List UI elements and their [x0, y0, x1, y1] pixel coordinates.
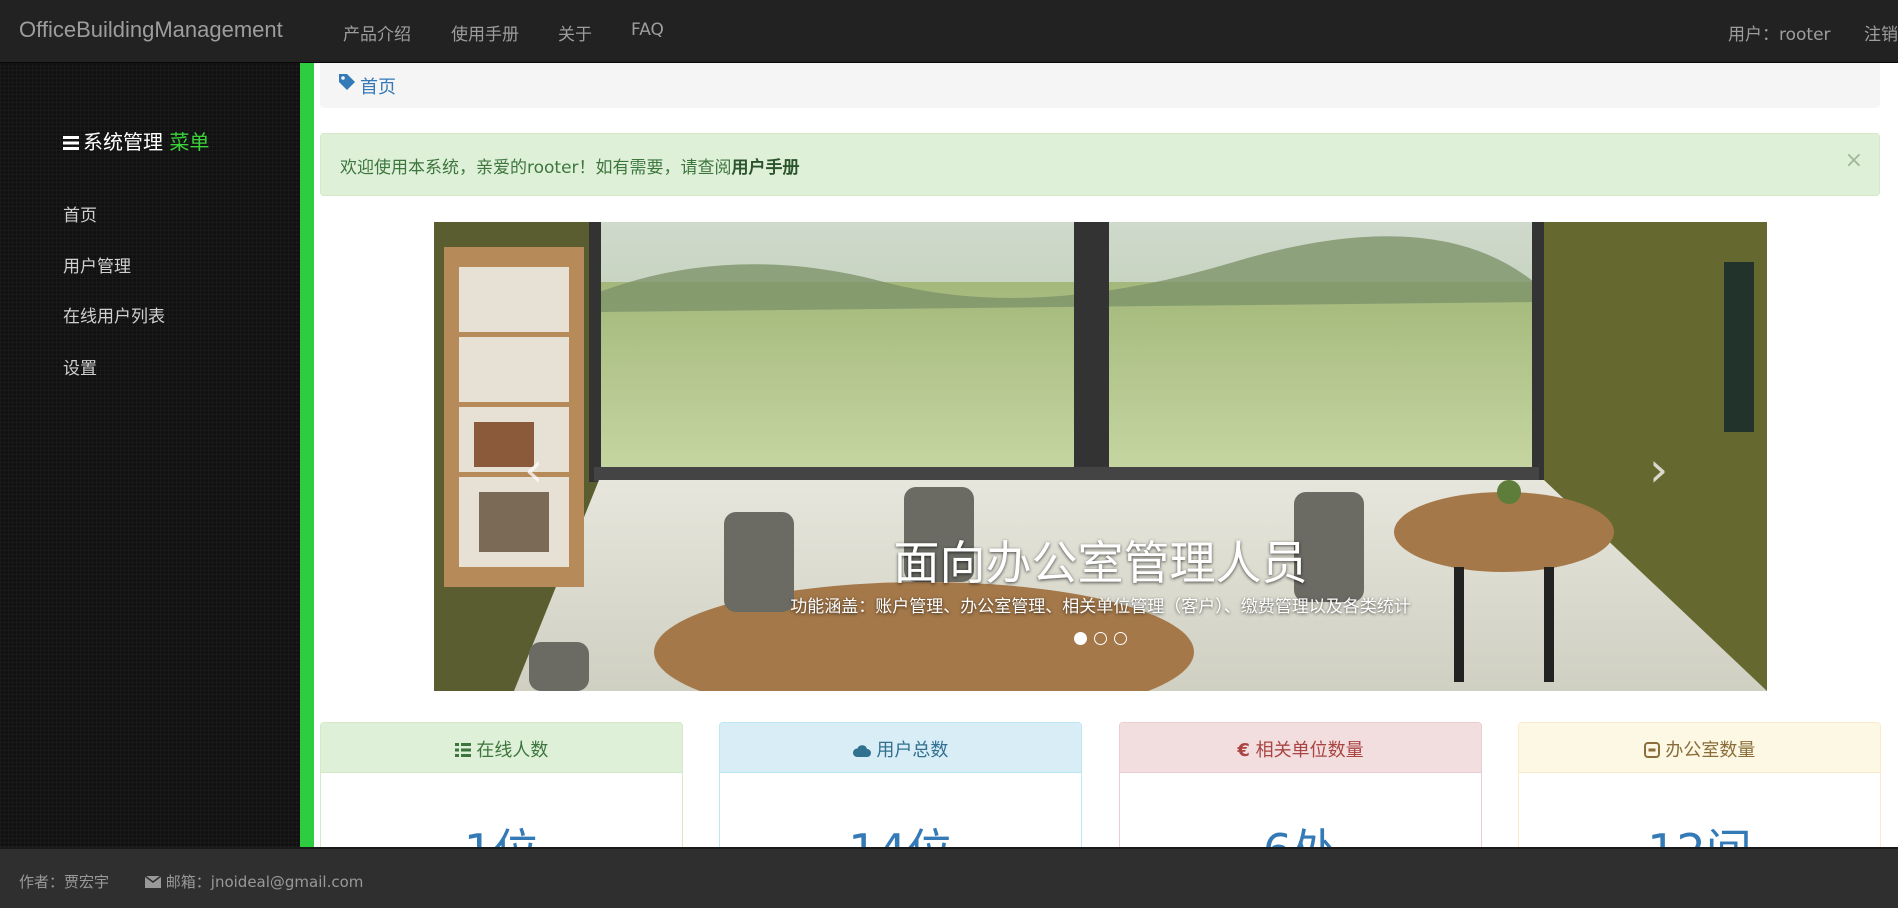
- stat-panel-offices: 办公室数量 12间: [1518, 722, 1881, 852]
- footer-email-text: 邮箱：jnoideal@gmail.com: [165, 873, 364, 891]
- sidebar-item-home[interactable]: 首页: [63, 201, 97, 226]
- breadcrumb-home[interactable]: 首页: [360, 73, 396, 99]
- cloud-icon: [852, 742, 871, 763]
- carousel-next-arrow[interactable]: ›: [1649, 442, 1668, 498]
- sidebar-title-highlight: 菜单: [169, 130, 210, 154]
- alert-message: 欢迎使用本系统，亲爱的rooter！如有需要，请查阅用户手册: [340, 153, 800, 178]
- carousel-subtitle: 功能涵盖：账户管理、办公室管理、相关单位管理（客户）、缴费管理以及各类统计: [790, 597, 1411, 617]
- stat-panel-users: 用户总数 14位: [719, 722, 1082, 852]
- list-icon: [454, 742, 471, 763]
- stat-label: 相关单位数量: [1255, 740, 1364, 761]
- menu-icon: [63, 132, 79, 156]
- carousel-indicator-3[interactable]: [1114, 632, 1127, 645]
- welcome-alert: 欢迎使用本系统，亲爱的rooter！如有需要，请查阅用户手册 ×: [320, 133, 1880, 196]
- stat-panel-units: € 相关单位数量 6处: [1119, 722, 1482, 852]
- stat-panel-units-header: € 相关单位数量: [1120, 723, 1481, 773]
- footer-email: 邮箱：jnoideal@gmail.com: [144, 871, 364, 892]
- footer-author: 作者：贾宏宇: [19, 873, 110, 891]
- alert-text: 欢迎使用本系统，亲爱的rooter！如有需要，请查阅: [340, 158, 732, 178]
- stat-panel-online: 在线人数 1位: [320, 722, 683, 852]
- sidebar-title-text: 系统管理: [83, 130, 163, 154]
- sidebar-item-settings[interactable]: 设置: [63, 354, 97, 379]
- alert-close-button[interactable]: ×: [1845, 148, 1863, 173]
- top-navbar: OfficeBuildingManagement 产品介绍 使用手册 关于 FA…: [0, 0, 1898, 63]
- sidebar-item-online-users[interactable]: 在线用户列表: [63, 302, 165, 327]
- alert-manual-link[interactable]: 用户手册: [732, 158, 800, 178]
- carousel-prev-arrow[interactable]: ‹: [524, 442, 543, 498]
- logout-link[interactable]: 注销: [1864, 20, 1898, 45]
- stat-panel-offices-header: 办公室数量: [1519, 723, 1880, 773]
- sidebar: 系统管理 菜单 首页 用户管理 在线用户列表 设置: [0, 63, 300, 847]
- stat-label: 在线人数: [476, 740, 549, 761]
- tag-icon: [338, 73, 356, 95]
- nav-about[interactable]: 关于: [558, 20, 592, 45]
- carousel-title: 面向办公室管理人员: [893, 536, 1308, 590]
- carousel-indicator-1[interactable]: [1074, 632, 1087, 645]
- breadcrumb: 首页: [320, 63, 1880, 108]
- nav-faq[interactable]: FAQ: [631, 20, 664, 40]
- sidebar-title: 系统管理 菜单: [63, 126, 209, 156]
- sidebar-accent-bar: [300, 63, 314, 847]
- carousel: 面向办公室管理人员 功能涵盖：账户管理、办公室管理、相关单位管理（客户）、缴费管…: [434, 222, 1767, 691]
- stat-label: 办公室数量: [1665, 740, 1756, 761]
- brand-link[interactable]: OfficeBuildingManagement: [19, 17, 283, 43]
- euro-icon: €: [1237, 740, 1250, 761]
- sidebar-item-user-management[interactable]: 用户管理: [63, 252, 131, 277]
- stat-panel-users-header: 用户总数: [720, 723, 1081, 773]
- nav-user-manual[interactable]: 使用手册: [451, 20, 519, 45]
- square-icon: [1643, 742, 1660, 763]
- stat-panel-online-header: 在线人数: [321, 723, 682, 773]
- footer: 作者：贾宏宇 邮箱：jnoideal@gmail.com: [0, 847, 1898, 908]
- user-label[interactable]: 用户：rooter: [1728, 20, 1831, 45]
- carousel-indicator-2[interactable]: [1094, 632, 1107, 645]
- office-room-image: [434, 222, 1767, 691]
- nav-product-intro[interactable]: 产品介绍: [343, 20, 411, 45]
- stat-label: 用户总数: [876, 740, 949, 761]
- envelope-icon: [144, 874, 162, 892]
